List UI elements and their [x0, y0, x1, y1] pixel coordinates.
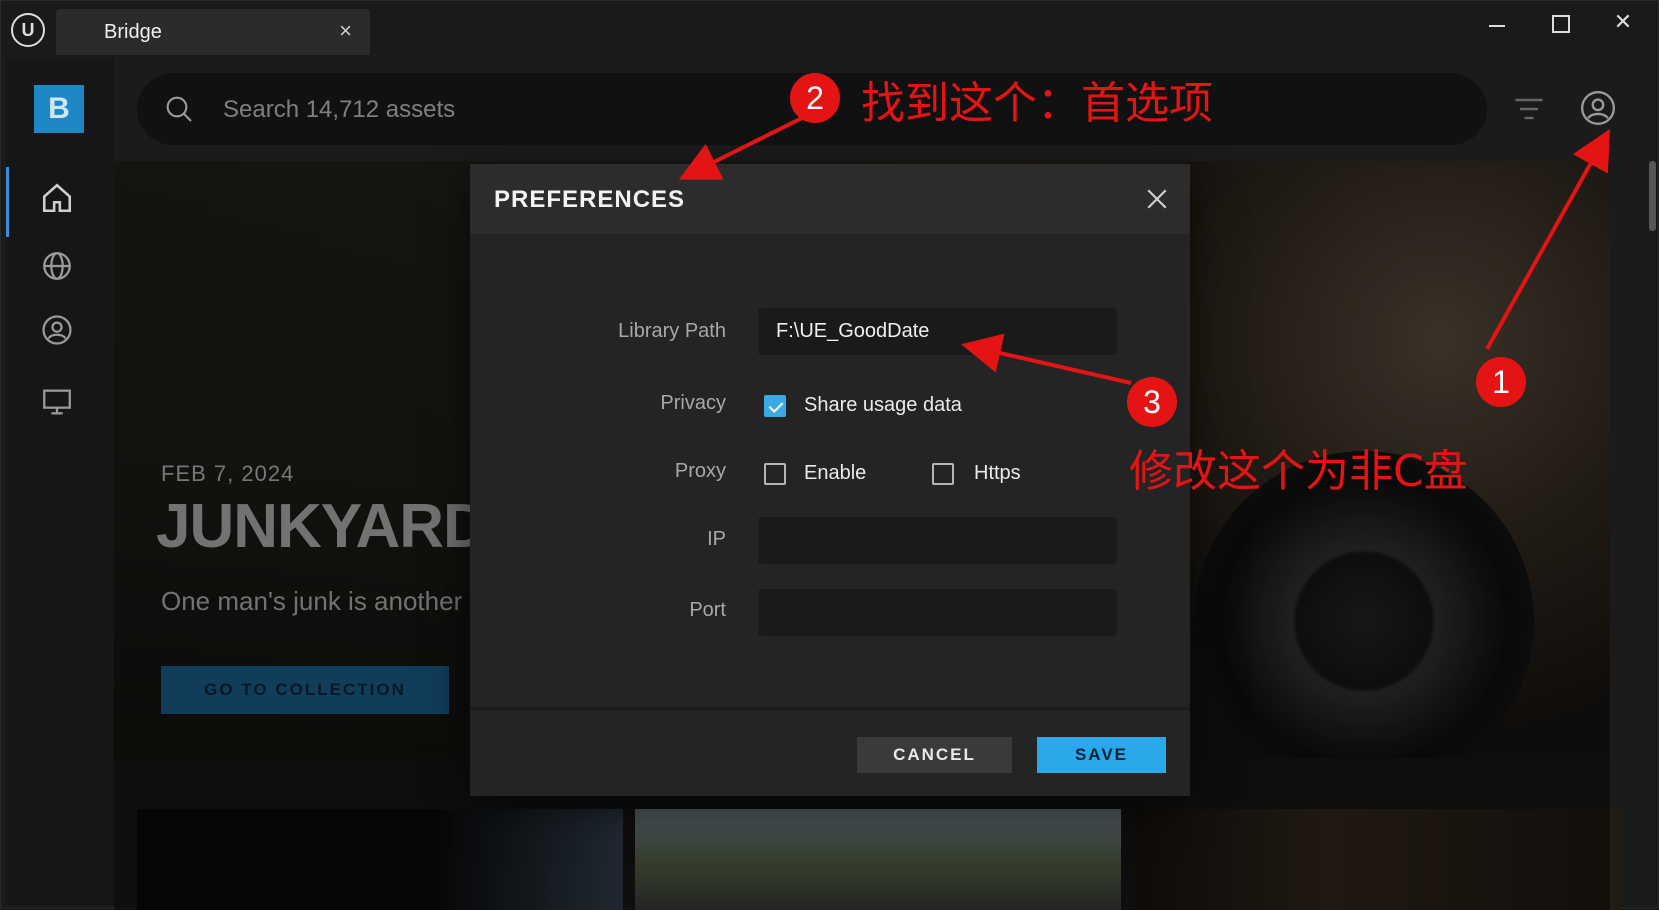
annotation-note-3: 修改这个为非C盘 [1129, 446, 1468, 497]
arrow-3 [961, 333, 1132, 385]
arrow-2 [678, 114, 807, 180]
bridge-window: U Bridge × ✕ B Search 14,712 assets FEB … [0, 0, 1659, 910]
annotation-step-3: 3 [1127, 377, 1177, 427]
annotation-note-2: 找到这个：首选项 [861, 78, 1213, 129]
arrow-1 [1485, 129, 1610, 350]
annotation-step-1: 1 [1476, 357, 1526, 407]
annotation-step-2: 2 [790, 73, 840, 123]
